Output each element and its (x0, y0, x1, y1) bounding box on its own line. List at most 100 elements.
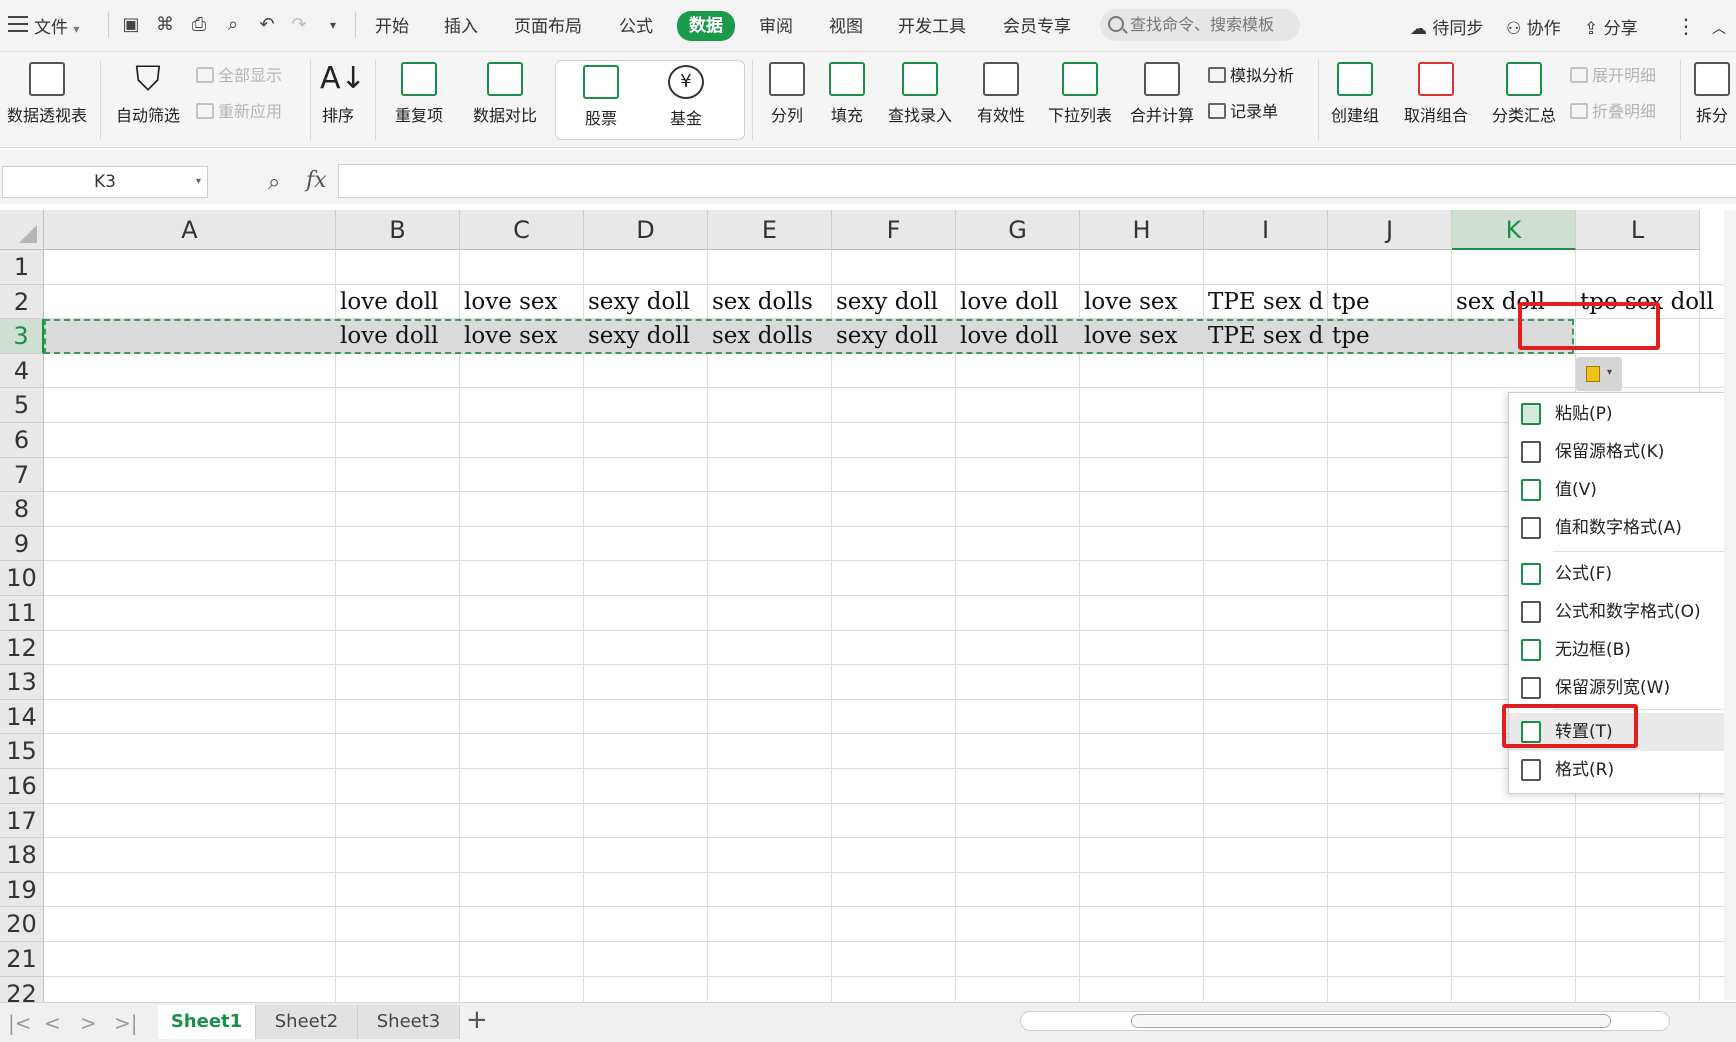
subtotal-button[interactable]: 分类汇总 (1488, 62, 1560, 126)
horizontal-scrollbar[interactable] (1020, 1011, 1670, 1031)
sort-button[interactable]: A↓ 排序 (318, 62, 366, 126)
row-header-21[interactable]: 21 (0, 942, 44, 977)
create-group-button[interactable]: 创建组 (1326, 62, 1384, 126)
duplicates-button[interactable]: 重复项 (384, 62, 454, 126)
cell-d2[interactable]: sexy doll (584, 285, 708, 319)
row-header-3[interactable]: 3 (0, 319, 44, 354)
tab-view[interactable]: 视图 (829, 14, 863, 40)
paste-menu-item-values-number-format[interactable]: 值和数字格式(A) (1509, 509, 1736, 547)
next-sheet-icon[interactable]: > (80, 1011, 97, 1035)
cell-h2[interactable]: love sex (1080, 285, 1204, 319)
cell-e2[interactable]: sex dolls (708, 285, 832, 319)
row-header-20[interactable]: 20 (0, 907, 44, 942)
collapse-ribbon-icon[interactable]: ︿ (1712, 18, 1726, 38)
name-box[interactable]: K3 ▾ (2, 166, 208, 198)
column-header-j[interactable]: J (1328, 210, 1452, 250)
ungroup-button[interactable]: 取消组合 (1394, 62, 1478, 126)
row-header-8[interactable]: 8 (0, 492, 44, 527)
tab-member[interactable]: 会员专享 (1003, 14, 1071, 40)
paste-menu-item-paste[interactable]: 粘贴(P) (1509, 395, 1736, 433)
row-header-17[interactable]: 17 (0, 803, 44, 839)
hamburger-menu-icon[interactable] (8, 16, 28, 32)
row-header-1[interactable]: 1 (0, 250, 44, 285)
quick-access-dropdown-icon[interactable]: ▾ (322, 14, 344, 36)
row-header-15[interactable]: 15 (0, 734, 44, 769)
row-header-10[interactable]: 10 (0, 561, 44, 596)
sheet-tab-sheet2[interactable]: Sheet2 (256, 1005, 358, 1039)
tab-home[interactable]: 开始 (375, 14, 409, 40)
row-header-12[interactable]: 12 (0, 630, 44, 666)
fx-icon[interactable]: fx (306, 168, 327, 193)
prev-sheet-icon[interactable]: < (44, 1011, 61, 1035)
tab-insert[interactable]: 插入 (444, 14, 478, 40)
stock-button[interactable]: 股票 (566, 65, 636, 129)
row-header-14[interactable]: 14 (0, 699, 44, 735)
paste-menu-item-formulas[interactable]: 公式(F) (1509, 555, 1736, 593)
paste-options-button[interactable]: ▾ (1576, 357, 1622, 391)
expand-detail-button[interactable]: 展开明细 (1570, 62, 1656, 86)
cell-i2[interactable]: TPE sex d (1204, 285, 1328, 319)
row-header-9[interactable]: 9 (0, 526, 44, 562)
column-header-k[interactable]: K (1452, 210, 1576, 250)
print-icon[interactable]: ⎙ (188, 14, 210, 36)
collab-button[interactable]: ⚇ 协作 (1506, 14, 1561, 39)
scroll-thumb[interactable] (1131, 1014, 1611, 1028)
row-header-4[interactable]: 4 (0, 353, 44, 389)
tab-review[interactable]: 审阅 (759, 14, 793, 40)
column-header-c[interactable]: C (460, 210, 584, 250)
pivot-table-button[interactable]: 数据透视表 (2, 62, 92, 126)
undo-icon[interactable]: ↶ (256, 14, 278, 36)
paste-menu-item-formats[interactable]: 格式(R) (1509, 751, 1736, 789)
row-header-13[interactable]: 13 (0, 665, 44, 700)
tab-formulas[interactable]: 公式 (619, 14, 653, 40)
column-header-e[interactable]: E (708, 210, 832, 250)
row-header-16[interactable]: 16 (0, 769, 44, 804)
cell-j2[interactable]: tpe (1328, 285, 1452, 319)
autofilter-button[interactable]: ⛉ 自动筛选 (112, 62, 184, 126)
cell-b2[interactable]: love doll (336, 285, 460, 319)
validity-button[interactable]: 有效性 (966, 62, 1036, 126)
row-header-5[interactable]: 5 (0, 388, 44, 423)
row-header-6[interactable]: 6 (0, 423, 44, 458)
cell-c2[interactable]: love sex (460, 285, 584, 319)
row-header-7[interactable]: 7 (0, 457, 44, 493)
split-columns-button[interactable]: 分列 (762, 62, 812, 126)
record-form-button[interactable]: 记录单 (1208, 98, 1278, 122)
paste-menu-item-keep-column-width[interactable]: 保留源列宽(W) (1509, 669, 1736, 707)
search-input[interactable]: 查找命令、搜索模板 (1100, 9, 1300, 41)
cell-f2[interactable]: sexy doll (832, 285, 956, 319)
more-options-icon[interactable]: ⋮ (1676, 14, 1696, 38)
row-header-11[interactable]: 11 (0, 596, 44, 631)
cell-g2[interactable]: love doll (956, 285, 1080, 319)
paste-menu-item-formulas-number-format[interactable]: 公式和数字格式(O) (1509, 593, 1736, 631)
collapse-detail-button[interactable]: 折叠明细 (1570, 98, 1656, 122)
add-sheet-button[interactable]: + (466, 1005, 488, 1035)
file-menu[interactable]: 文件 ▾ (34, 13, 79, 38)
fill-button[interactable]: 填充 (822, 62, 872, 126)
first-sheet-icon[interactable]: |< (8, 1011, 32, 1035)
paste-menu-item-keep-source-format[interactable]: 保留源格式(K) (1509, 433, 1736, 471)
tab-developer[interactable]: 开发工具 (898, 14, 966, 40)
reapply-button[interactable]: 重新应用 (196, 98, 282, 122)
last-sheet-icon[interactable]: >| (114, 1011, 138, 1035)
show-all-button[interactable]: 全部显示 (196, 62, 282, 86)
column-header-g[interactable]: G (956, 210, 1080, 250)
column-header-b[interactable]: B (336, 210, 460, 250)
row-header-2[interactable]: 2 (0, 284, 44, 320)
paste-menu-item-values[interactable]: 值(V) (1509, 471, 1736, 509)
sheet-tab-sheet1[interactable]: Sheet1 (158, 1005, 256, 1039)
row-header-18[interactable]: 18 (0, 838, 44, 873)
lookup-entry-button[interactable]: 查找录入 (884, 62, 956, 126)
dropdown-list-button[interactable]: 下拉列表 (1044, 62, 1116, 126)
redo-icon[interactable]: ↷ (288, 14, 310, 36)
print-preview-icon[interactable]: ⌕ (222, 14, 244, 36)
tab-data[interactable]: 数据 (677, 11, 735, 41)
sheet-tab-sheet3[interactable]: Sheet3 (358, 1005, 460, 1039)
split-window-button[interactable]: 拆分 (1690, 62, 1734, 126)
save-icon[interactable]: ▣ (120, 14, 142, 36)
select-all-corner[interactable] (0, 210, 44, 250)
consolidate-button[interactable]: 合并计算 (1126, 62, 1198, 126)
column-header-a[interactable]: A (44, 210, 336, 250)
column-header-d[interactable]: D (584, 210, 708, 250)
column-header-f[interactable]: F (832, 210, 956, 250)
